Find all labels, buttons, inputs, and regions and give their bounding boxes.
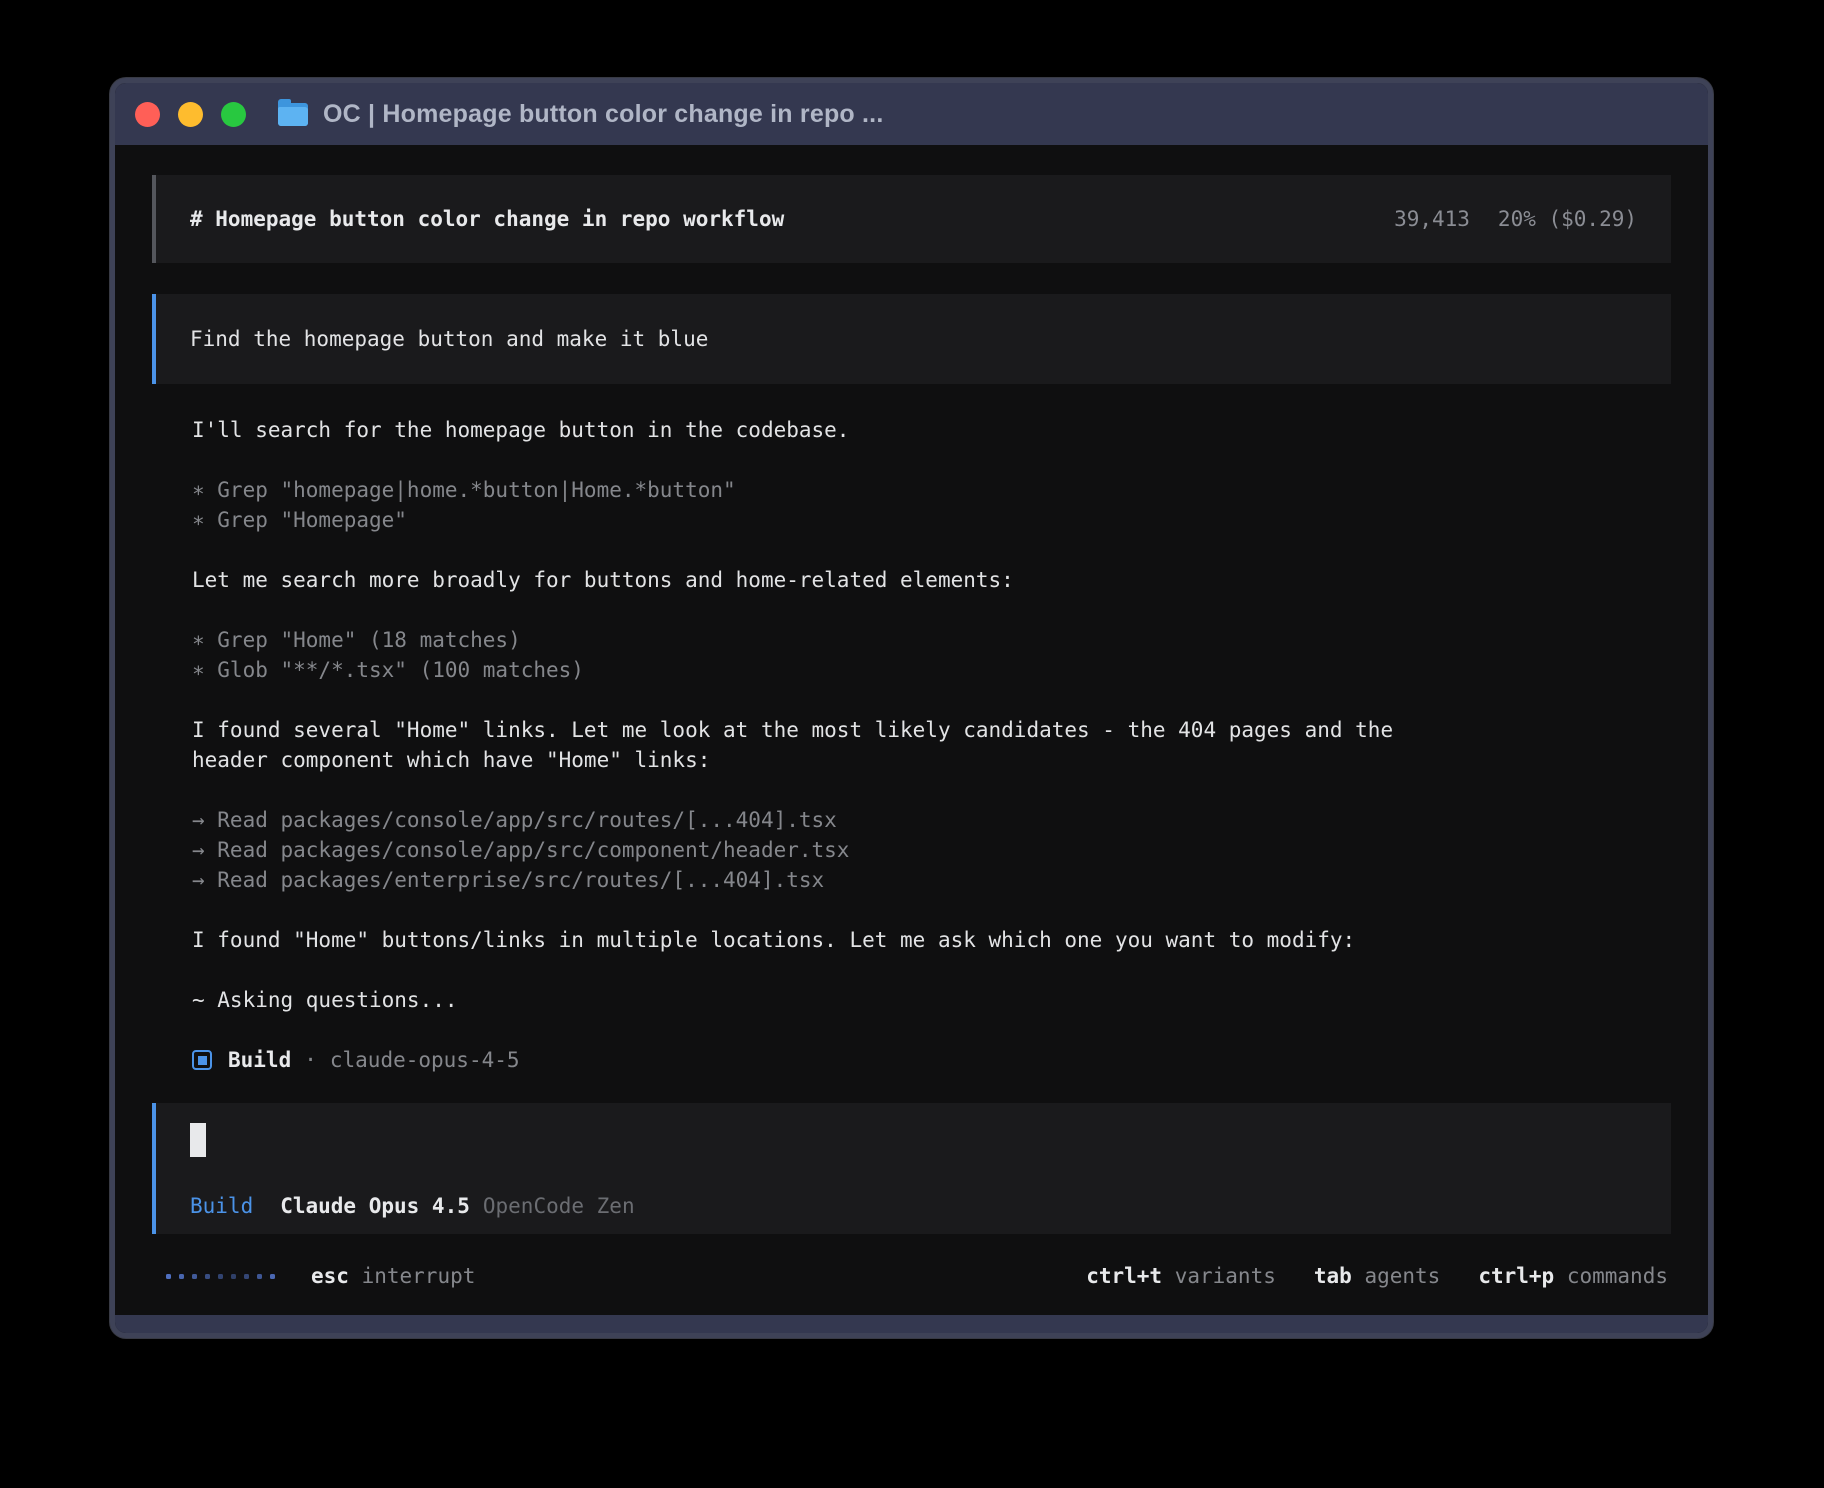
agent-status-line: Build · claude-opus-4-5	[152, 1045, 1671, 1075]
spinner-dot	[192, 1274, 197, 1279]
commands-label: commands	[1567, 1264, 1668, 1288]
transcript-tool-line: → Read packages/console/app/src/componen…	[152, 835, 1671, 865]
spinner-dot	[244, 1274, 249, 1279]
close-button[interactable]	[135, 102, 160, 127]
build-agent-icon	[192, 1050, 212, 1070]
variants-label: variants	[1175, 1264, 1276, 1288]
user-message-text: Find the homepage button and make it blu…	[190, 327, 708, 351]
agents-label: agents	[1364, 1264, 1440, 1288]
transcript-text-line: Let me search more broadly for buttons a…	[152, 565, 1671, 595]
footer-right: ctrl+t variants tab agents ctrl+p comman…	[1086, 1264, 1668, 1288]
transcript-tool-line: → Read packages/console/app/src/routes/[…	[152, 805, 1671, 835]
transcript-text-line: I found "Home" buttons/links in multiple…	[152, 925, 1671, 955]
hint-interrupt: esc interrupt	[311, 1264, 475, 1288]
session-stats: 39,413 20% ($0.29)	[1394, 207, 1637, 231]
prompt-input[interactable]: Build Claude Opus 4.5 OpenCode Zen	[152, 1103, 1671, 1234]
spacer	[152, 1015, 1671, 1045]
transcript-tool-line: ∗ Grep "homepage|home.*button|Home.*butt…	[152, 475, 1671, 505]
transcript-text-line: I found several "Home" links. Let me loo…	[152, 715, 1671, 745]
transcript-text-line: header component which have "Home" links…	[152, 745, 1671, 775]
transcript-blank-line	[152, 445, 1671, 475]
traffic-lights	[135, 102, 246, 127]
folder-icon	[278, 103, 308, 126]
spinner-dot	[270, 1274, 275, 1279]
hint-commands: ctrl+p commands	[1478, 1264, 1668, 1288]
context-cost: 20% ($0.29)	[1498, 207, 1637, 231]
agent-name: Build	[228, 1048, 291, 1072]
spinner-dot	[166, 1274, 171, 1279]
ctrl-t-key-label: ctrl+t	[1086, 1264, 1162, 1288]
zoom-button[interactable]	[221, 102, 246, 127]
terminal-content: # Homepage button color change in repo w…	[115, 145, 1708, 1315]
transcript-text-line: I'll search for the homepage button in t…	[152, 415, 1671, 445]
transcript-tool-line: → Read packages/enterprise/src/routes/[.…	[152, 865, 1671, 895]
input-agent-label[interactable]: Build	[190, 1194, 253, 1218]
agent-model: claude-opus-4-5	[330, 1048, 520, 1072]
terminal-window: OC | Homepage button color change in rep…	[110, 78, 1713, 1338]
tab-key-label: tab	[1314, 1264, 1352, 1288]
transcript-blank-line	[152, 685, 1671, 715]
transcript-blank-line	[152, 595, 1671, 625]
titlebar-title-group: OC | Homepage button color change in rep…	[278, 100, 883, 129]
assistant-transcript: I'll search for the homepage button in t…	[152, 415, 1671, 1015]
transcript-text-line: ~ Asking questions...	[152, 985, 1671, 1015]
hint-agents: tab agents	[1314, 1264, 1440, 1288]
transcript-blank-line	[152, 775, 1671, 805]
window-titlebar[interactable]: OC | Homepage button color change in rep…	[115, 83, 1708, 145]
input-model-label[interactable]: Claude Opus 4.5	[280, 1194, 470, 1218]
transcript-blank-line	[152, 955, 1671, 985]
transcript-tool-line: ∗ Glob "**/*.tsx" (100 matches)	[152, 655, 1671, 685]
model-selector-row: Build Claude Opus 4.5 OpenCode Zen	[190, 1194, 1637, 1218]
transcript-blank-line	[152, 535, 1671, 565]
spinner-dot	[231, 1274, 236, 1279]
transcript-tool-line: ∗ Grep "Homepage"	[152, 505, 1671, 535]
window-bottom-frame	[115, 1315, 1708, 1333]
user-message: Find the homepage button and make it blu…	[152, 294, 1671, 384]
window-title: OC | Homepage button color change in rep…	[323, 100, 883, 129]
status-footer: esc interrupt ctrl+t variants tab agents…	[152, 1254, 1671, 1298]
input-provider-label: OpenCode Zen	[483, 1194, 635, 1218]
session-title: # Homepage button color change in repo w…	[190, 207, 784, 231]
footer-left: esc interrupt	[166, 1264, 475, 1288]
token-count: 39,413	[1394, 207, 1470, 231]
working-spinner-dots	[166, 1274, 275, 1279]
hint-variants: ctrl+t variants	[1086, 1264, 1276, 1288]
text-cursor	[190, 1123, 206, 1157]
spinner-dot	[179, 1274, 184, 1279]
minimize-button[interactable]	[178, 102, 203, 127]
interrupt-label: interrupt	[362, 1264, 476, 1288]
spinner-dot	[257, 1274, 262, 1279]
session-header: # Homepage button color change in repo w…	[152, 175, 1671, 263]
ctrl-p-key-label: ctrl+p	[1478, 1264, 1554, 1288]
status-separator: ·	[304, 1048, 317, 1072]
transcript-tool-line: ∗ Grep "Home" (18 matches)	[152, 625, 1671, 655]
esc-key-label: esc	[311, 1264, 349, 1288]
spinner-dot	[218, 1274, 223, 1279]
transcript-blank-line	[152, 895, 1671, 925]
spinner-dot	[205, 1274, 210, 1279]
